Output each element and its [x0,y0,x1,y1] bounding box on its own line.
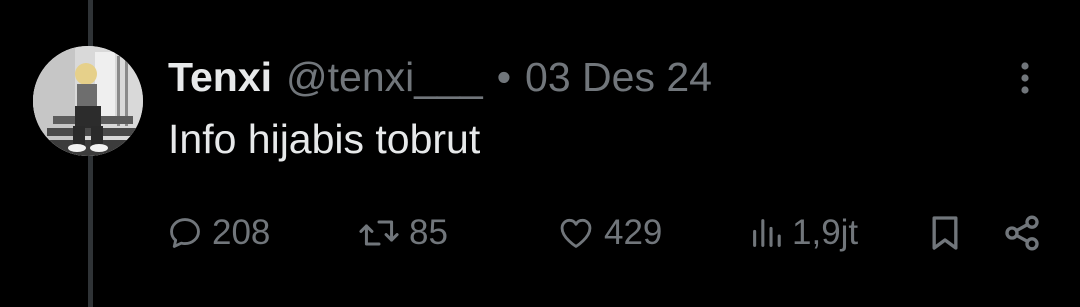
more-options-button[interactable] [1010,58,1040,98]
header-separator: • [496,54,512,100]
tweet-header: Tenxi @tenxi___ • 03 Des 24 [168,54,712,100]
views-button[interactable]: 1,9jt [750,209,858,257]
tweet-date[interactable]: 03 Des 24 [525,54,712,100]
reply-count: 208 [212,213,271,252]
avatar[interactable] [33,46,143,156]
views-count: 1,9jt [792,213,859,252]
share-icon [1005,215,1039,251]
tweet-text: Info hijabis tobrut [168,116,481,162]
heart-icon [560,218,592,248]
bookmark-icon [932,216,958,250]
more-vertical-icon [1021,62,1029,94]
share-button[interactable] [1002,209,1042,257]
author-display-name[interactable]: Tenxi [168,54,272,100]
like-button[interactable]: 429 [556,209,662,257]
avatar-image [33,46,143,156]
author-handle[interactable]: @tenxi___ [286,54,483,100]
retweet-count: 85 [409,213,448,252]
retweet-icon [359,220,399,246]
retweet-button[interactable]: 85 [357,209,448,257]
reply-icon [170,218,200,248]
reply-button[interactable]: 208 [166,209,270,257]
views-chart-icon [753,219,781,247]
like-count: 429 [604,213,663,252]
bookmark-button[interactable] [928,209,962,257]
